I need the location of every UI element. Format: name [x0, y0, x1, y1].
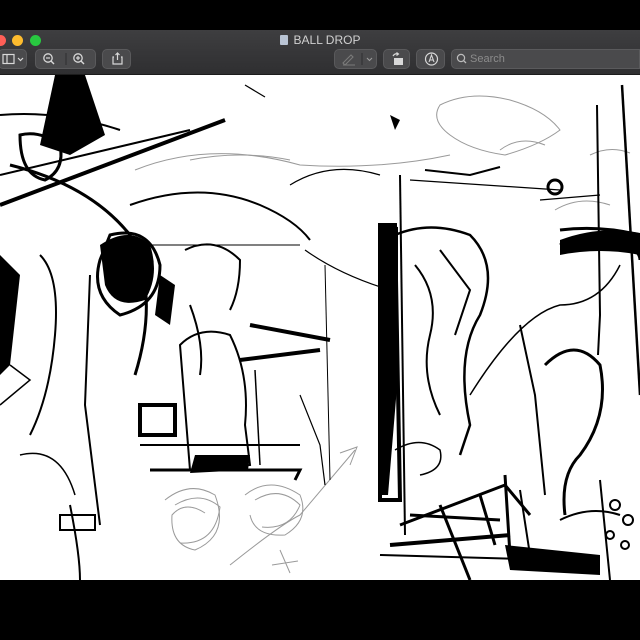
- sidebar-icon: [2, 53, 24, 65]
- pen-icon: [342, 53, 373, 66]
- sidebar-view-button[interactable]: [0, 49, 27, 69]
- preview-window: BALL DROP: [0, 30, 640, 580]
- search-input[interactable]: [470, 51, 635, 67]
- share-icon: [112, 52, 123, 65]
- search-icon: [456, 53, 467, 64]
- document-canvas[interactable]: [0, 75, 640, 580]
- ink-drawing-image: [0, 75, 640, 580]
- window-title-text: BALL DROP: [293, 33, 361, 47]
- markup-pen-group[interactable]: [334, 49, 377, 69]
- search-field[interactable]: [451, 49, 640, 69]
- share-button[interactable]: [102, 49, 131, 69]
- markup-icon: [424, 52, 439, 66]
- document-icon: [279, 35, 288, 45]
- screen-top-bar: [0, 0, 640, 30]
- screen-bottom-bar: [0, 580, 640, 640]
- rotate-icon: [392, 52, 403, 65]
- rotate-button[interactable]: [383, 49, 410, 69]
- title-bar: BALL DROP: [0, 30, 640, 75]
- window-title: BALL DROP: [0, 32, 640, 48]
- zoom-in-icon[interactable]: [66, 50, 97, 68]
- zoom-group: [35, 49, 96, 69]
- markup-button[interactable]: [416, 49, 445, 69]
